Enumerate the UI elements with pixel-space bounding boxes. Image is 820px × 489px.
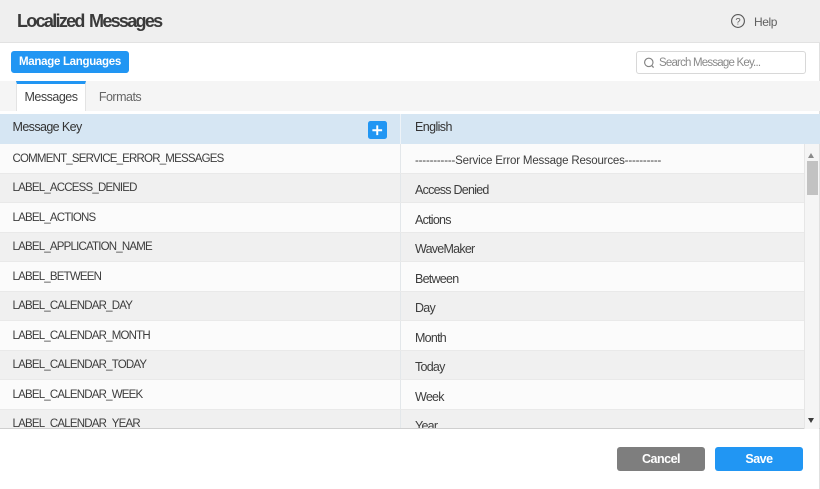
svg-text:?: ?	[735, 16, 740, 27]
